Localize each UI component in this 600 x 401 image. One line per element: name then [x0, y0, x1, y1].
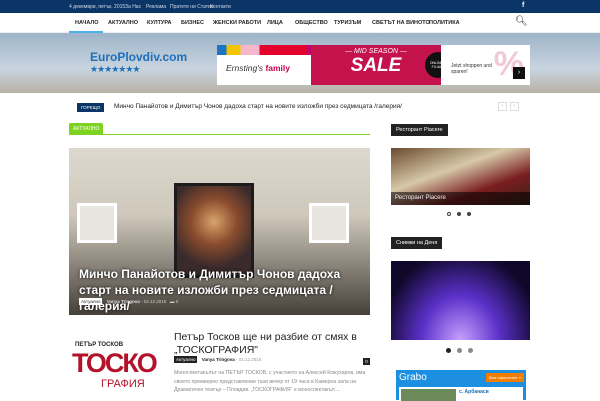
nav-society[interactable]: ОБЩЕСТВО	[295, 20, 328, 26]
nav-people[interactable]: ЛИЦА	[267, 20, 283, 26]
gallery-frame	[309, 203, 349, 243]
nav-tourism[interactable]: ТУРИЗЪМ	[334, 20, 361, 26]
category-badge[interactable]: Актуално	[79, 298, 103, 305]
author[interactable]: Vanya Tringova	[202, 357, 235, 362]
ticker-prev-button[interactable]: ‹	[498, 102, 507, 111]
featured-title[interactable]: Минчо Панайотов и Димитър Чонов дадоха с…	[79, 266, 364, 314]
date: 02.12.2015	[143, 299, 167, 304]
grabo-image	[401, 389, 456, 401]
ticker-label: ГОРЕЩО	[77, 103, 105, 112]
search-icon[interactable]: 🔍︎	[515, 16, 528, 27]
link-submit[interactable]: Пратете ни Статия	[170, 4, 214, 10]
comment-icon: ▬	[170, 299, 175, 304]
comment-count[interactable]: 0	[363, 358, 370, 365]
slider-dots[interactable]	[446, 348, 473, 353]
widget-title-restaurant: Ресторант Piacere	[391, 124, 448, 136]
ad-sale: SALE	[350, 55, 402, 76]
author[interactable]: Vanya Tringova	[107, 299, 140, 304]
article-thumbnail[interactable]: ПЕТЪР ТОСКОВ ТОСКО ГРАФИЯ	[69, 328, 164, 400]
top-bar: 4 декември, петък, 2015 За Нас Реклама П…	[0, 0, 600, 13]
logo-stars: ★★★★★★★	[90, 64, 140, 74]
category-badge[interactable]: Актуално	[174, 356, 198, 363]
link-about[interactable]: За Нас	[125, 4, 141, 10]
article-title[interactable]: Петър Тосков ще ни разбие от смях в „ТОС…	[174, 331, 374, 357]
link-contacts[interactable]: Контакти	[210, 4, 231, 10]
nav-politics[interactable]: ПОЛИТИКА	[429, 20, 460, 26]
comment-count[interactable]: 0	[176, 299, 179, 304]
grabo-logo: Grabo	[399, 372, 427, 383]
date: 01.12.2015	[238, 357, 262, 362]
advertisement-banner[interactable]: Ernsting's family — MID SEASON — SALE ONLI…	[217, 45, 530, 85]
restaurant-slider[interactable]: Ресторант Piacere	[391, 148, 530, 205]
ad-arrow-button[interactable]: ›	[513, 67, 525, 79]
ticker-text[interactable]: Минчо Панайотов и Димитър Чонов дадоха с…	[114, 103, 402, 110]
facebook-icon[interactable]: f	[522, 2, 524, 9]
featured-article[interactable]: Минчо Панайотов и Димитър Чонов дадоха с…	[69, 148, 370, 315]
ad-brand-bold: family	[265, 63, 291, 73]
ad-cta: Jetzt shoppen und sparen!	[451, 63, 492, 75]
nav-business[interactable]: БИЗНЕС	[181, 20, 204, 26]
ad-brand: Ernsting's	[226, 63, 264, 73]
gallery-frame	[77, 203, 117, 243]
widget-title-photos: Снимки на Деня	[391, 237, 443, 249]
date: 4 декември, петък, 2015	[69, 4, 126, 10]
nav-home[interactable]: НАЧАЛО	[75, 20, 99, 26]
grabo-ad[interactable]: Grabo Виж оферитате » с. Арбанаси	[396, 370, 526, 401]
main-nav: НАЧАЛО АКТУАЛНО КУЛТУРА БИЗНЕС ЖЕНСКИ РА…	[0, 13, 600, 33]
nav-news[interactable]: АКТУАЛНО	[108, 20, 138, 26]
link-ads[interactable]: Реклама	[146, 4, 166, 10]
photo-of-the-day[interactable]	[391, 261, 530, 340]
ad-mid-season: — MID SEASON —	[345, 48, 407, 55]
nav-women[interactable]: ЖЕНСКИ РАБОТИ	[213, 20, 261, 26]
site-logo[interactable]: EuroPlovdiv.com	[90, 50, 187, 64]
featured-image	[174, 183, 254, 278]
grabo-location: с. Арбанаси	[459, 389, 489, 395]
grabo-offers-button[interactable]: Виж оферитате »	[485, 373, 524, 382]
section-divider	[69, 134, 370, 135]
ticker-next-button[interactable]: ›	[510, 102, 519, 111]
thumb-subtitle: ГРАФИЯ	[101, 378, 145, 390]
slide-caption: Ресторант Piacere	[391, 192, 530, 205]
nav-wine[interactable]: СВЕТЪТ НА ВИНОТО	[372, 20, 430, 26]
slider-dots[interactable]	[447, 212, 471, 216]
article-excerpt: Моноспектакълът на ПЕТЪР ТОСКОВ, с участ…	[174, 370, 366, 393]
nav-culture[interactable]: КУЛТУРА	[147, 20, 172, 26]
header-banner: EuroPlovdiv.com ★★★★★★★ Ernsting's famil…	[0, 33, 600, 93]
thumb-title: ТОСКО	[72, 348, 158, 378]
